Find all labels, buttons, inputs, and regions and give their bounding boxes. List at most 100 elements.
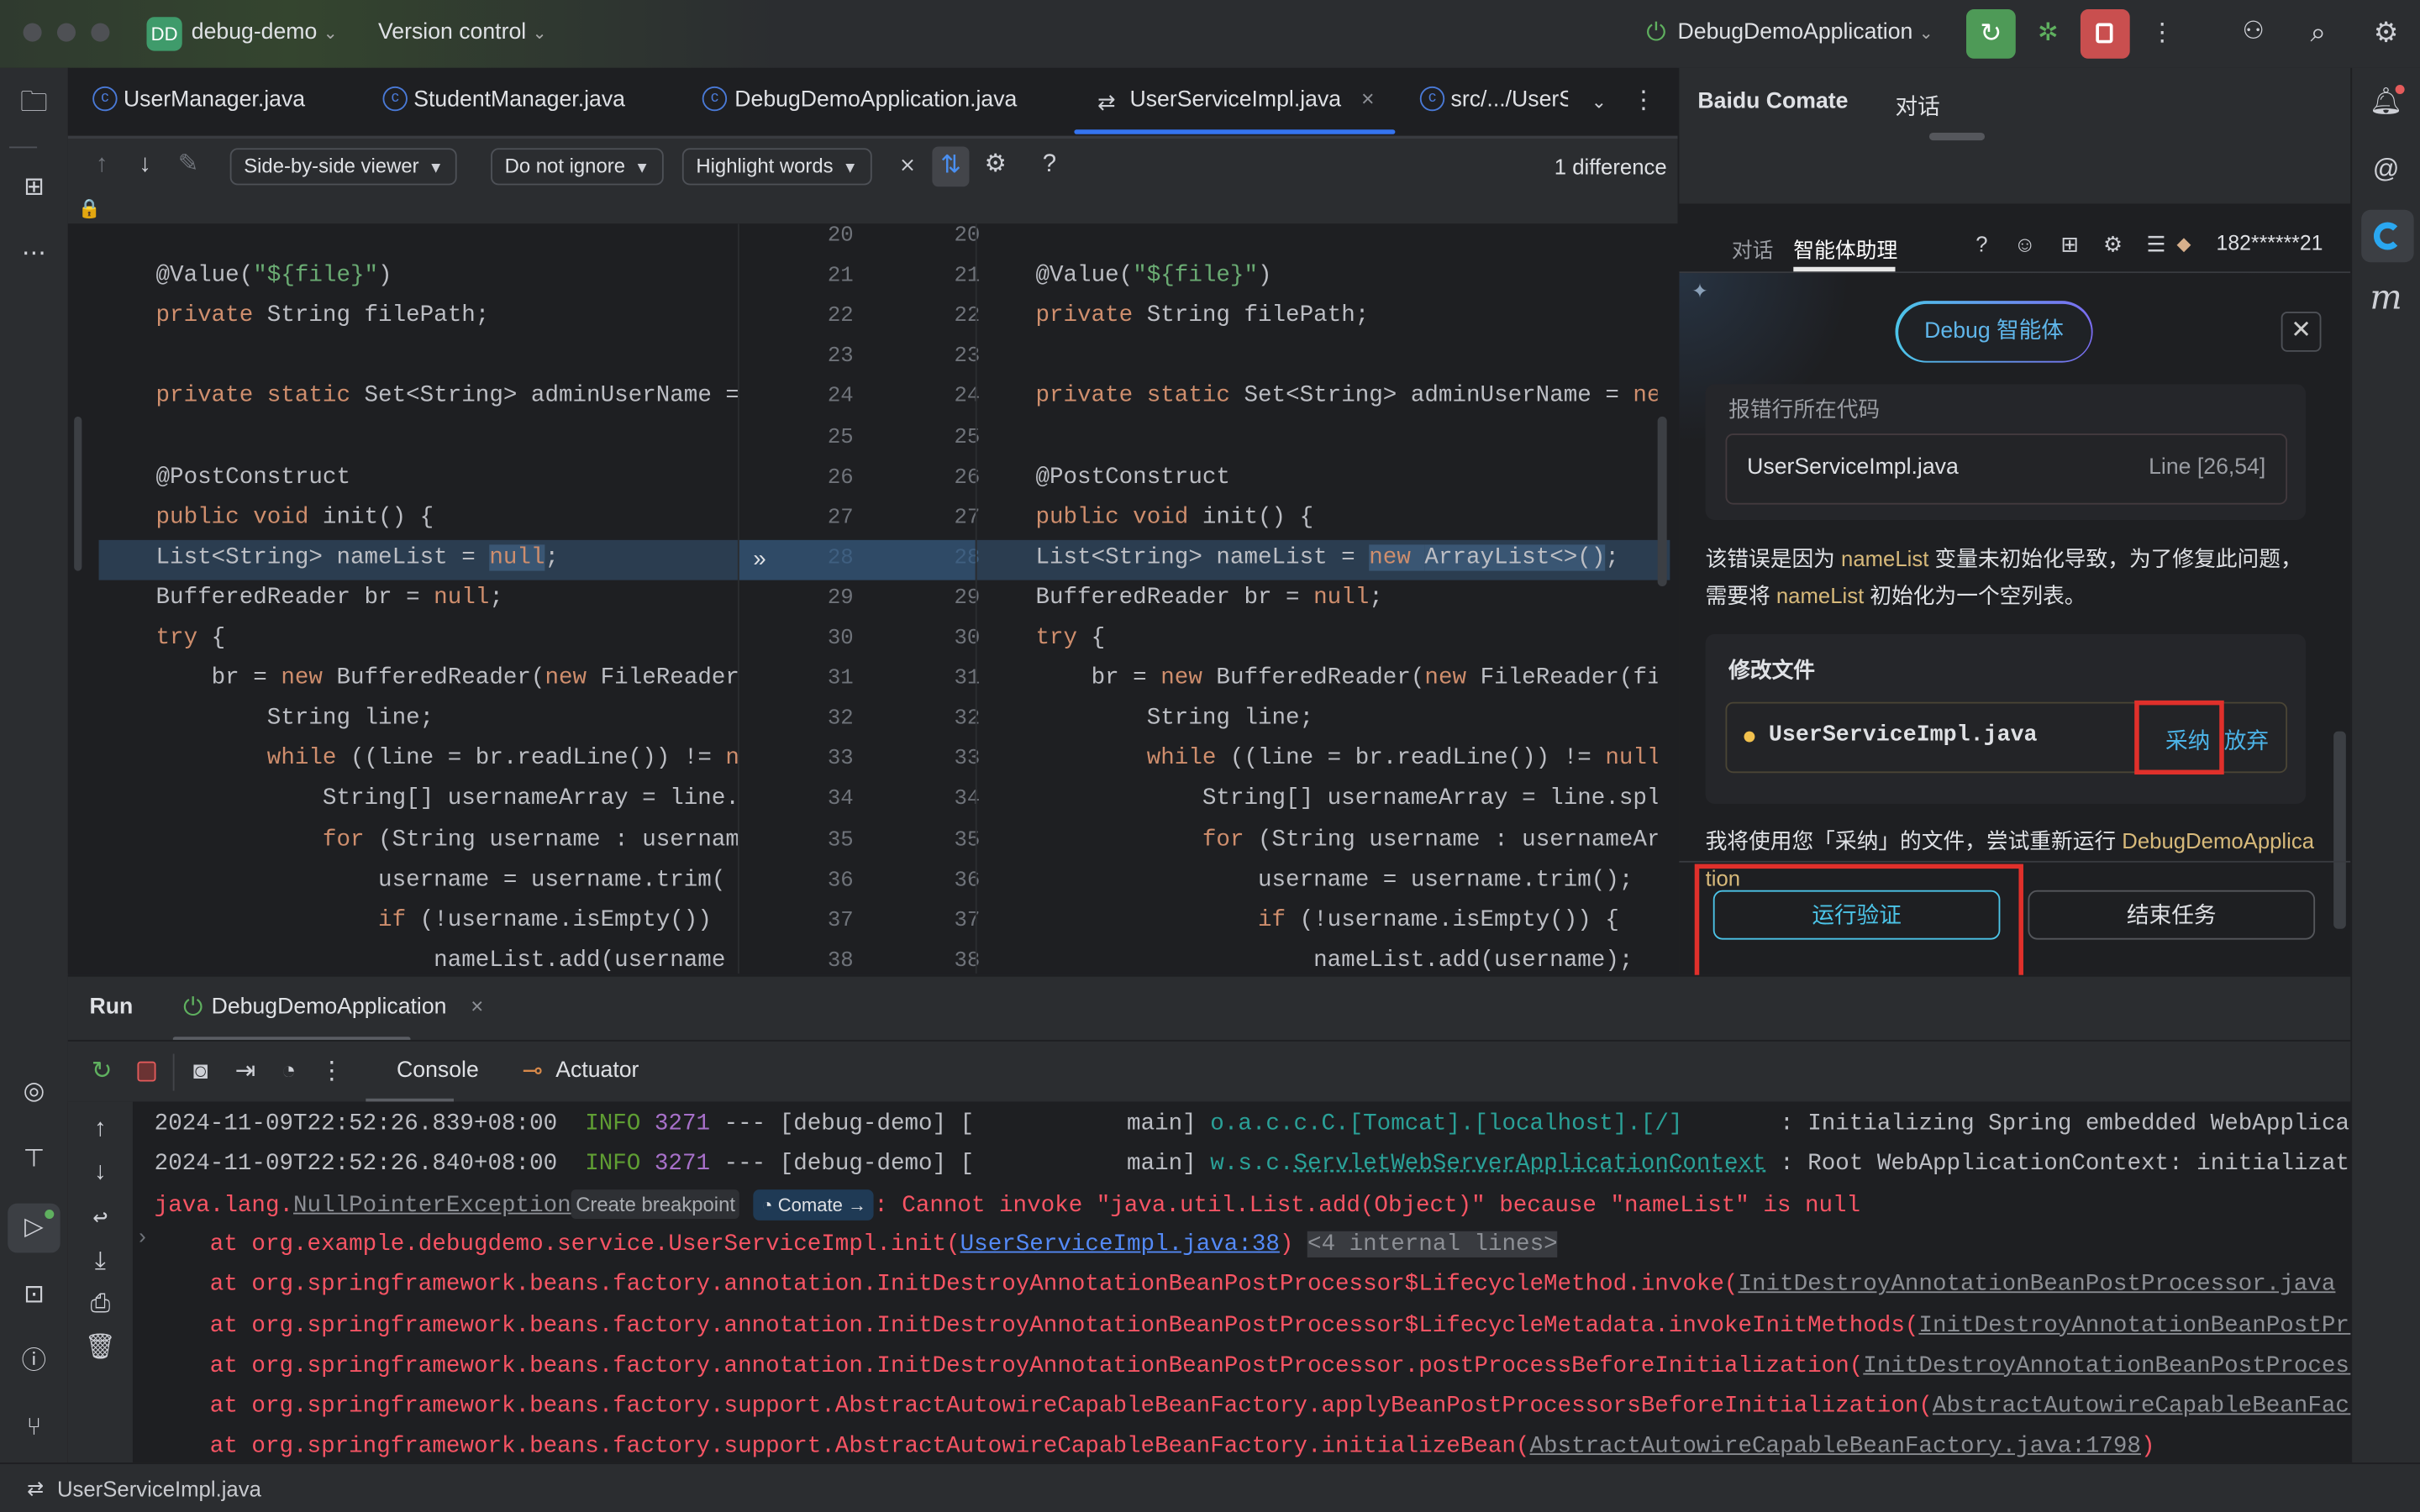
agent-pill[interactable]: Debug 智能体 (1895, 301, 2093, 363)
prev-diff-icon[interactable]: ↑ (85, 150, 118, 181)
build-icon[interactable]: ⊤ (17, 1145, 50, 1176)
collapse-icon[interactable]: ⨯ (891, 150, 924, 181)
ai-assistant-icon[interactable]: @ (2369, 155, 2402, 186)
help-icon[interactable]: ? (1033, 150, 1066, 181)
scroll-down-icon[interactable]: ↓ (83, 1158, 117, 1189)
m-icon[interactable]: m (2369, 281, 2402, 315)
reject-button[interactable]: 放弃 (2224, 723, 2269, 756)
text: 该错误是因为 (1705, 546, 1842, 571)
code-token: "${file}" (1133, 262, 1258, 289)
console-badge[interactable]: Create breakpoint (571, 1189, 740, 1220)
folder-icon[interactable]: 🗀 (17, 87, 50, 118)
source-link[interactable]: AbstractAutowireCapableBeanFactory.java:… (1529, 1433, 2140, 1459)
next-diff-icon[interactable]: ↓ (128, 150, 161, 181)
user-account[interactable]: 182******21 (2217, 232, 2323, 255)
window-minimize-button[interactable] (56, 23, 76, 42)
line-number: 35 (954, 827, 981, 853)
stop-button[interactable] (2080, 9, 2130, 59)
right-scrollbar[interactable] (1657, 416, 1667, 586)
close-icon[interactable]: ✕ (2281, 312, 2322, 352)
left-scrollbar[interactable] (74, 416, 82, 571)
trash-icon[interactable]: 🗑︎ (83, 1333, 117, 1364)
problems-icon[interactable]: ⓘ (17, 1347, 50, 1378)
window-close-button[interactable] (23, 23, 42, 42)
run-config-selector[interactable]: DebugDemoApplication ⌄ (1678, 20, 1933, 45)
viewer-dropdown[interactable]: Side-by-side viewer ▼ (229, 148, 458, 186)
camera-icon[interactable]: ◙ (184, 1057, 218, 1088)
console-badge[interactable]: <4 internal lines> (1307, 1231, 1558, 1257)
source-link[interactable]: UserServiceImpl.java:38 (960, 1231, 1280, 1257)
more-icon[interactable]: ⋯ (17, 239, 50, 270)
project-selector[interactable]: debug-demo ⌄ (192, 20, 338, 45)
scroll-to-end-icon[interactable]: ⤓ (83, 1247, 117, 1278)
console-output[interactable]: ↑ ↓ ↩ ⤓ ⎙ 🗑︎ › 2024-11-09T22:52:26.839+0… (67, 1101, 2351, 1463)
close-tab-icon[interactable]: × (471, 994, 483, 1018)
end-task-button[interactable]: 结束任务 (2028, 890, 2316, 940)
apply-change-icon[interactable]: » (753, 540, 765, 580)
more-icon[interactable]: ⋮ (315, 1057, 349, 1088)
ignore-dropdown[interactable]: Do not ignore ▼ (491, 148, 664, 186)
source-link[interactable]: InitDestroyAnnotationBeanPostProcessor.j… (1918, 1312, 2350, 1338)
more-actions-button[interactable]: ⋮ (2145, 18, 2179, 50)
line-number: 21 (827, 264, 854, 289)
source-link[interactable]: InitDestroyAnnotationBeanPostProcessor.j… (1738, 1272, 2335, 1298)
soft-wrap-icon[interactable]: ↩ (83, 1204, 117, 1235)
window-zoom-button[interactable] (91, 23, 110, 42)
right-code-pane[interactable]: @Value("${file}") private String filePath… (1035, 223, 1657, 974)
plugins-icon[interactable]: ⊞ (2053, 228, 2086, 260)
console-badge[interactable]: ◔ Comate → (754, 1189, 875, 1221)
lock-icon[interactable]: 🔒 (72, 193, 106, 224)
source-link[interactable]: AbstractAutowireCapableBeanFactory.java (1933, 1393, 2350, 1419)
settings-icon[interactable]: ⚙ (978, 150, 1012, 181)
line-number: 25 (954, 425, 981, 450)
highlight-dropdown[interactable]: Highlight words ▼ (681, 148, 872, 186)
error-file-box[interactable]: UserServiceImpl.java Line [26,54] (1725, 433, 2288, 505)
git-icon[interactable]: ⑂ (17, 1413, 50, 1444)
search-icon[interactable]: ⌕ (2302, 17, 2335, 48)
gauge-icon[interactable]: ◔ (271, 1057, 305, 1088)
tab-console[interactable]: Console (397, 1058, 479, 1083)
rerun-icon[interactable]: ↻ (85, 1057, 118, 1088)
comate-tool-button[interactable] (2361, 209, 2414, 263)
gear-icon[interactable]: ⚙ (2369, 17, 2402, 48)
source-link[interactable]: NullPointerException (293, 1193, 571, 1219)
code-line: @Value("${file}") (156, 256, 392, 297)
console-line: at org.springframework.beans.factory.ann… (155, 1306, 2351, 1347)
drag-handle[interactable] (1928, 132, 1986, 141)
comate-header-tab[interactable]: 对话 (1896, 90, 1940, 123)
terminal-icon[interactable]: ⊡ (17, 1280, 50, 1311)
print-icon[interactable]: ⎙ (83, 1290, 117, 1321)
add-user-icon[interactable]: ⚇ (2236, 17, 2270, 48)
line-number: 36 (827, 868, 854, 893)
debug-button[interactable]: ✲ (2031, 18, 2065, 50)
subtab-agent[interactable]: 智能体助理 (1793, 233, 1897, 264)
comate-scrollbar[interactable] (2333, 731, 2346, 929)
structure-icon[interactable]: ⊞ (17, 173, 50, 204)
settings-icon[interactable]: ⚙ (2096, 228, 2129, 260)
status-file-path[interactable]: UserServiceImpl.java (57, 1477, 261, 1501)
services-icon[interactable]: ◎ (17, 1077, 50, 1108)
exit-icon[interactable]: ⇥ (229, 1057, 262, 1088)
console-token (1293, 1231, 1307, 1257)
source-link[interactable]: InitDestroyAnnotationBeanPostProcessor.j… (1863, 1352, 2350, 1378)
close-tab-icon[interactable]: × (1361, 88, 1375, 113)
console-token: : Root WebApplicationContext: initializa… (1765, 1151, 2351, 1178)
left-code-pane[interactable]: @Value("${file}") private String filePath… (156, 223, 738, 974)
help-icon[interactable]: ? (1965, 228, 1998, 260)
line-number: 29 (954, 585, 981, 612)
expand-chevron-icon[interactable]: › (136, 1226, 149, 1251)
tab-actuator[interactable]: Actuator (555, 1058, 639, 1083)
chevron-down-icon[interactable]: ⌄ (1582, 87, 1616, 118)
scroll-up-icon[interactable]: ↑ (83, 1114, 117, 1145)
tab-more-icon[interactable]: ⋮ (1627, 87, 1660, 118)
subtab-chat[interactable]: 对话 (1732, 233, 1774, 264)
sync-scroll-button[interactable]: ⇅ (932, 146, 970, 187)
edit-icon[interactable]: ✎ (171, 150, 205, 181)
stop-icon[interactable] (137, 1061, 156, 1082)
agent-icon[interactable]: ☺ (2008, 228, 2042, 260)
rerun-button[interactable]: ↻ (1966, 9, 2016, 59)
console-line: at org.springframework.beans.factory.ann… (155, 1347, 2351, 1387)
vcs-selector[interactable]: Version control ⌄ (378, 20, 547, 45)
run-tool-button[interactable]: ▷ (8, 1203, 60, 1253)
